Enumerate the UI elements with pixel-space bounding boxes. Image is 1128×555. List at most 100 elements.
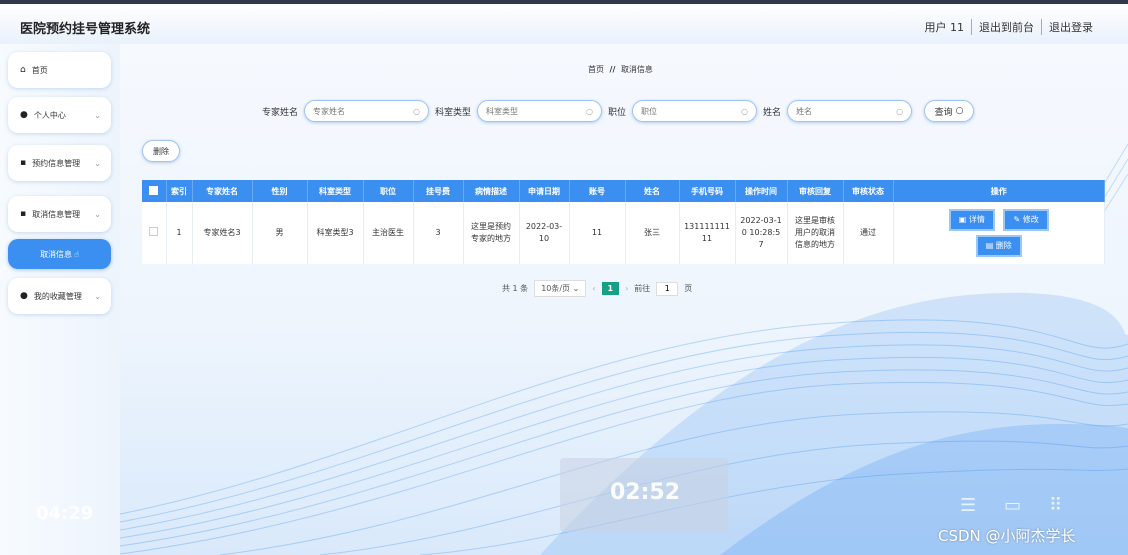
title-field[interactable]: ○	[632, 100, 758, 122]
chat-icon[interactable]: ▭	[1004, 495, 1021, 516]
cell-dept: 科室类型3	[307, 202, 364, 264]
goto-page-input[interactable]	[656, 281, 679, 296]
overlay-clock-mid: 02:52	[610, 480, 681, 505]
table-row: 1 专家姓名3 男 科室类型3 主治医生 3 这里是预约专家的地方 2022-0…	[142, 202, 1105, 264]
prev-page-button[interactable]: ‹	[592, 284, 595, 293]
title-input[interactable]	[641, 106, 742, 116]
column-header: 挂号费	[413, 180, 464, 202]
chevron-down-icon: ⌄	[94, 158, 101, 168]
home-icon: ⌂	[20, 65, 26, 75]
select-all-cell	[142, 180, 167, 202]
dept-type-label: 科室类型	[435, 107, 472, 118]
sidebar-item-label: 取消信息	[40, 249, 73, 259]
column-header: 操作	[893, 180, 1105, 202]
cell-index: 1	[166, 202, 193, 264]
menu-icon[interactable]: ☰	[960, 495, 976, 516]
top-nav: 用户 11 退出到前台 退出登录	[918, 19, 1101, 35]
select-all-checkbox[interactable]	[149, 185, 159, 195]
sidebar-item-personal[interactable]: ● 个人中心 ⌄	[8, 97, 111, 133]
cell-phone: 13111111111	[679, 202, 736, 264]
pencil-icon: ✎	[1013, 215, 1023, 224]
breadcrumb-separator: //	[609, 65, 616, 74]
cell-name: 张三	[625, 202, 680, 264]
name-input[interactable]	[796, 106, 897, 116]
table-header-row: 索引 专家姓名 性别 科室类型 职位 挂号费 病情描述 申请日期 账号 姓名 手…	[142, 180, 1105, 202]
column-header: 审核回复	[787, 180, 844, 202]
pagination: 共 1 条 10条/页 ⌄ ‹ 1 › 前往 页	[502, 280, 692, 297]
search-bar: 专家姓名 ○ 科室类型 ○ 职位 ○ 姓名 ○ 查询 ○	[262, 100, 975, 122]
column-header: 性别	[252, 180, 308, 202]
sidebar-item-appointment[interactable]: ▪ 预约信息管理 ⌄	[8, 145, 111, 181]
expert-name-field[interactable]: ○	[304, 100, 430, 122]
chevron-down-icon: ⌄	[94, 291, 101, 301]
watermark: CSDN @小阿杰学长	[938, 527, 1076, 545]
overlay-controls: ☰ ▭ ⠿	[960, 495, 1062, 516]
cell-fee: 3	[413, 202, 464, 264]
dept-type-field[interactable]: ○	[477, 100, 603, 122]
sidebar-item-label: 预约信息管理	[32, 158, 81, 168]
chevron-down-icon: ⌄	[94, 209, 101, 219]
column-header: 操作时间	[735, 180, 788, 202]
detail-button-label: 详情	[968, 215, 985, 224]
sidebar-item-favorites[interactable]: ● 我的收藏管理 ⌄	[8, 278, 111, 314]
column-header: 索引	[166, 180, 193, 202]
document-icon: ▣	[958, 215, 969, 224]
user-icon: ●	[20, 291, 28, 301]
search-icon: ○	[741, 106, 749, 116]
detail-button[interactable]: ▣ 详情	[948, 209, 995, 231]
sidebar-item-home[interactable]: ⌂ 首页	[8, 52, 111, 88]
sidebar-item-label: 我的收藏管理	[33, 291, 82, 301]
column-header: 职位	[363, 180, 414, 202]
name-field[interactable]: ○	[787, 100, 913, 122]
batch-delete-button[interactable]: 删除	[142, 140, 180, 162]
exit-to-front-link[interactable]: 退出到前台	[971, 19, 1041, 35]
delete-button[interactable]: ▤ 删除	[975, 235, 1022, 257]
cell-status: 通过	[843, 202, 894, 264]
column-header: 申请日期	[519, 180, 570, 202]
dept-type-input[interactable]	[486, 106, 587, 116]
chevron-down-icon: ⌄	[94, 110, 101, 120]
app-title: 医院预约挂号管理系统	[20, 22, 151, 37]
breadcrumb-home[interactable]: 首页	[588, 65, 604, 74]
search-icon: ○	[586, 106, 594, 116]
user-icon: ●	[20, 110, 28, 120]
row-select-cell	[142, 202, 167, 264]
sidebar-item-label: 个人中心	[33, 110, 66, 120]
cell-gender: 男	[252, 202, 308, 264]
logout-link[interactable]: 退出登录	[1041, 19, 1100, 35]
page-size-value: 10条/页	[541, 284, 571, 293]
row-checkbox[interactable]	[149, 226, 159, 236]
list-icon: ▪	[20, 209, 27, 219]
hand-cursor-icon: ☝	[74, 249, 79, 259]
grid-icon[interactable]: ⠿	[1049, 495, 1062, 516]
column-header: 科室类型	[307, 180, 364, 202]
cell-operations: ▣ 详情 ✎ 修改 ▤ 删除	[893, 202, 1105, 264]
page-size-select[interactable]: 10条/页 ⌄	[534, 280, 587, 297]
cell-optime: 2022-03-10 10:28:57	[735, 202, 788, 264]
query-button[interactable]: 查询 ○	[924, 100, 975, 122]
top-bar: 医院预约挂号管理系统 用户 11 退出到前台 退出登录	[0, 0, 1128, 44]
cell-desc: 这里是预约专家的地方	[463, 202, 520, 264]
cell-expert: 专家姓名3	[192, 202, 253, 264]
expert-name-label: 专家姓名	[262, 107, 299, 118]
search-icon: ○	[896, 106, 904, 116]
sidebar-item-label: 取消信息管理	[32, 209, 81, 219]
goto-label: 前往	[634, 284, 651, 293]
page-number-current[interactable]: 1	[601, 282, 620, 295]
sidebar: ⌂ 首页 ● 个人中心 ⌄ ▪ 预约信息管理 ⌄ ▪ 取消信息管理 ⌄ 取消信息…	[0, 44, 120, 555]
column-header: 姓名	[625, 180, 680, 202]
expert-name-input[interactable]	[313, 106, 414, 116]
edit-button[interactable]: ✎ 修改	[1003, 209, 1049, 231]
sidebar-item-cancel-mgmt[interactable]: ▪ 取消信息管理 ⌄	[8, 196, 111, 232]
next-page-button[interactable]: ›	[625, 284, 628, 293]
sidebar-item-cancel-info[interactable]: 取消信息 ☝	[8, 239, 111, 269]
cell-title: 主治医生	[363, 202, 414, 264]
overlay-clock-panel: 02:52	[560, 458, 728, 532]
column-header: 手机号码	[679, 180, 736, 202]
cell-reply: 这里是审核用户的取消信息的地方	[787, 202, 844, 264]
overlay-clock-left: 04:29	[36, 503, 94, 524]
title-label: 职位	[608, 107, 627, 118]
edit-button-label: 修改	[1022, 215, 1039, 224]
user-label: 用户 11	[924, 21, 965, 34]
breadcrumb: 首页 // 取消信息	[588, 64, 653, 75]
